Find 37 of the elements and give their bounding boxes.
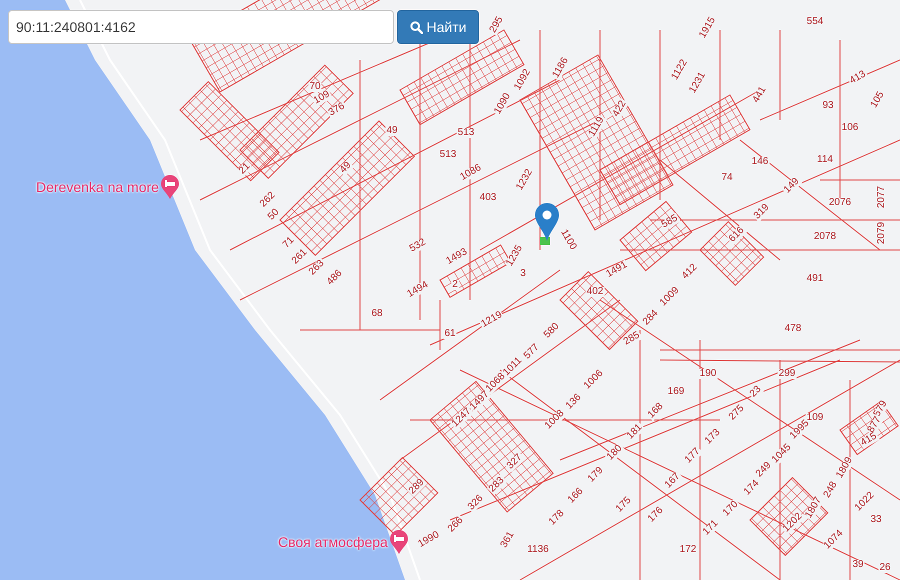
parcel-number: 106 xyxy=(840,123,860,133)
parcel-number: 26 xyxy=(878,563,892,573)
parcel-number: 513 xyxy=(438,150,458,160)
search-button[interactable]: Найти xyxy=(397,10,479,44)
parcel-number: 169 xyxy=(666,387,686,397)
parcel-number: 68 xyxy=(370,309,384,319)
hotel-pin-icon[interactable] xyxy=(390,530,408,554)
parcel-number: 33 xyxy=(869,515,883,525)
parcel-number: 3 xyxy=(519,269,527,279)
parcel-number: 146 xyxy=(750,157,770,167)
parcel-number: 109 xyxy=(806,413,824,423)
parcel-number: 491 xyxy=(806,274,824,284)
parcel-number: 172 xyxy=(678,545,698,555)
search-icon xyxy=(410,20,423,34)
parcel-number: 402 xyxy=(586,287,604,297)
parcel-number: 61 xyxy=(443,329,457,339)
parcel-number: 114 xyxy=(816,155,834,165)
parcel-number: 190 xyxy=(698,369,718,379)
parcel-number: 299 xyxy=(778,369,796,379)
parcel-number: 74 xyxy=(720,173,734,183)
parcel-number: 39 xyxy=(851,560,865,570)
search-field[interactable]: 90:11:240801:4162 xyxy=(8,10,394,44)
parcel-number: 403 xyxy=(478,193,498,203)
parcel-number: 70 xyxy=(308,82,322,92)
parcel-number: 513 xyxy=(456,128,476,138)
parcel-number: 2078 xyxy=(812,232,838,242)
parcel-number: 49 xyxy=(385,126,399,136)
hotel-pin-icon[interactable] xyxy=(160,175,179,199)
location-pin-icon xyxy=(535,203,559,241)
parcel-number: 478 xyxy=(784,324,802,334)
parcel-number: 93 xyxy=(821,101,835,111)
parcel-number: 2079 xyxy=(877,220,887,246)
parcel-number: 2076 xyxy=(828,198,852,208)
parcel-number: 1136 xyxy=(526,545,550,555)
parcel-number: 554 xyxy=(806,17,824,27)
parcel-number: 2 xyxy=(451,280,459,290)
parcel-number: 2077 xyxy=(877,184,887,210)
